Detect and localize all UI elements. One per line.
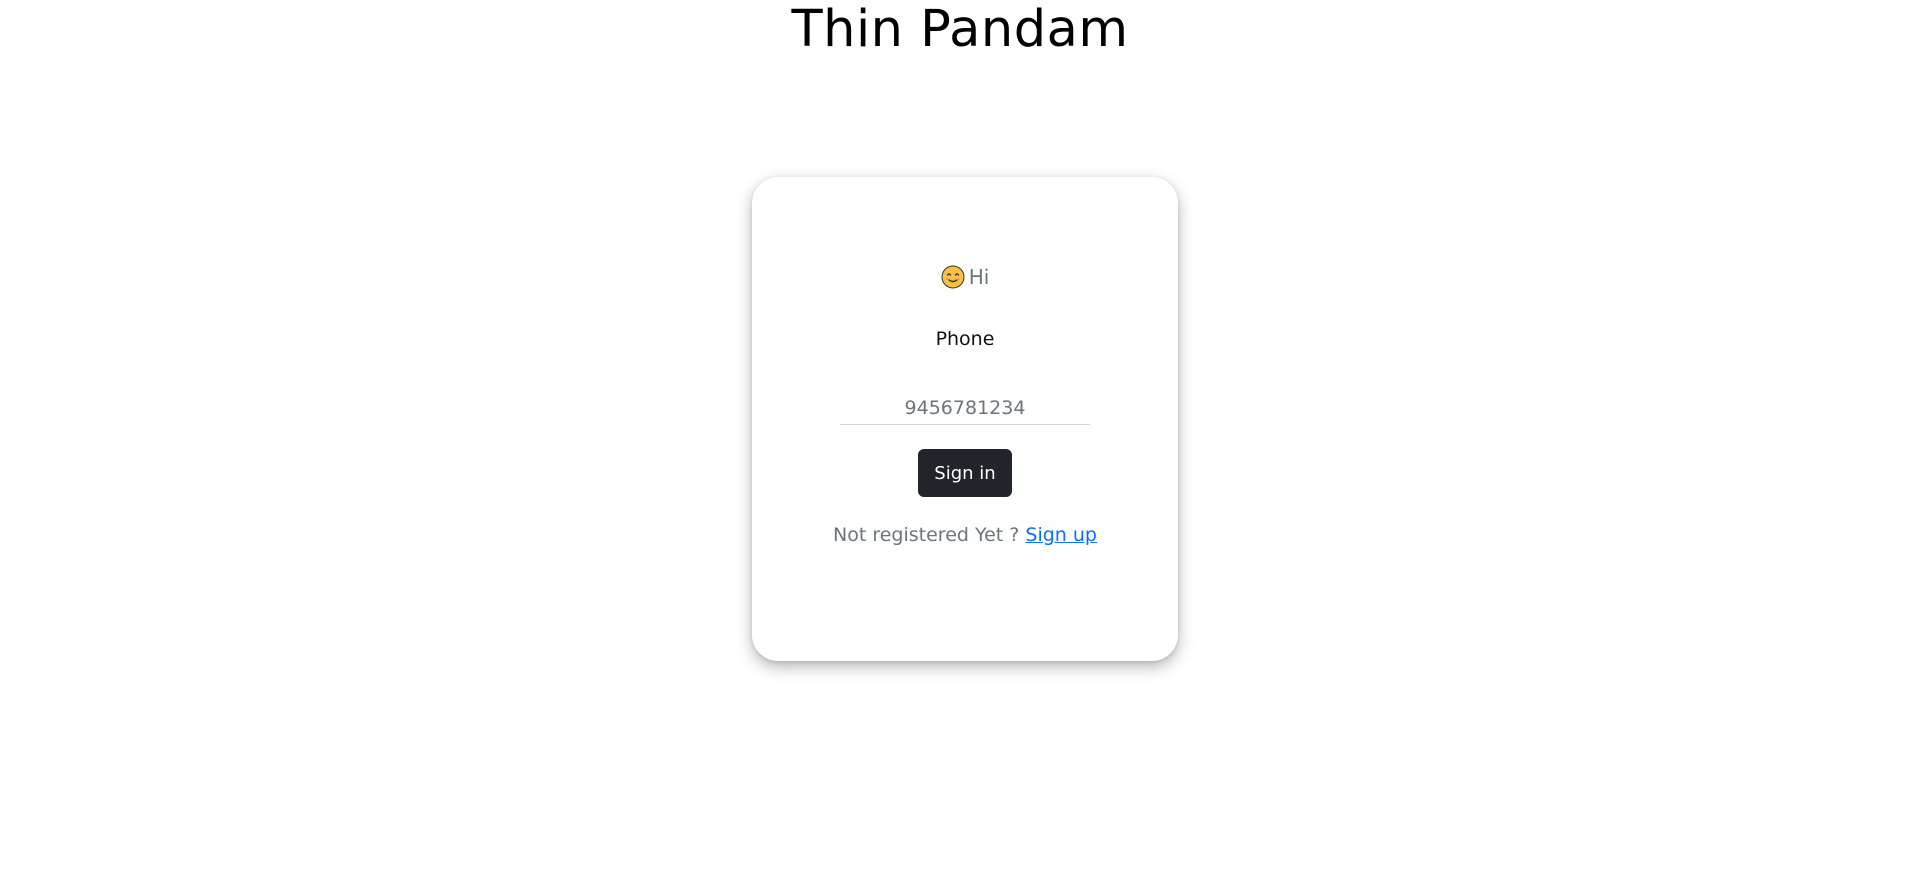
greeting-text: Hi xyxy=(968,265,990,289)
phone-label: Phone xyxy=(935,328,995,350)
page-title: Thin Pandam xyxy=(791,0,1129,59)
register-prompt-line: Not registered Yet ? Sign up xyxy=(752,521,1178,549)
sign-up-link[interactable]: Sign up xyxy=(1025,524,1097,546)
register-prompt-text: Not registered Yet ? xyxy=(833,524,1020,546)
phone-input[interactable] xyxy=(840,391,1090,425)
sign-in-button[interactable]: Sign in xyxy=(918,449,1012,497)
smiling-face-icon xyxy=(941,265,965,289)
login-card: Hi Phone Sign in Not registered Yet ? Si… xyxy=(752,177,1178,661)
greeting: Hi xyxy=(752,263,1178,291)
